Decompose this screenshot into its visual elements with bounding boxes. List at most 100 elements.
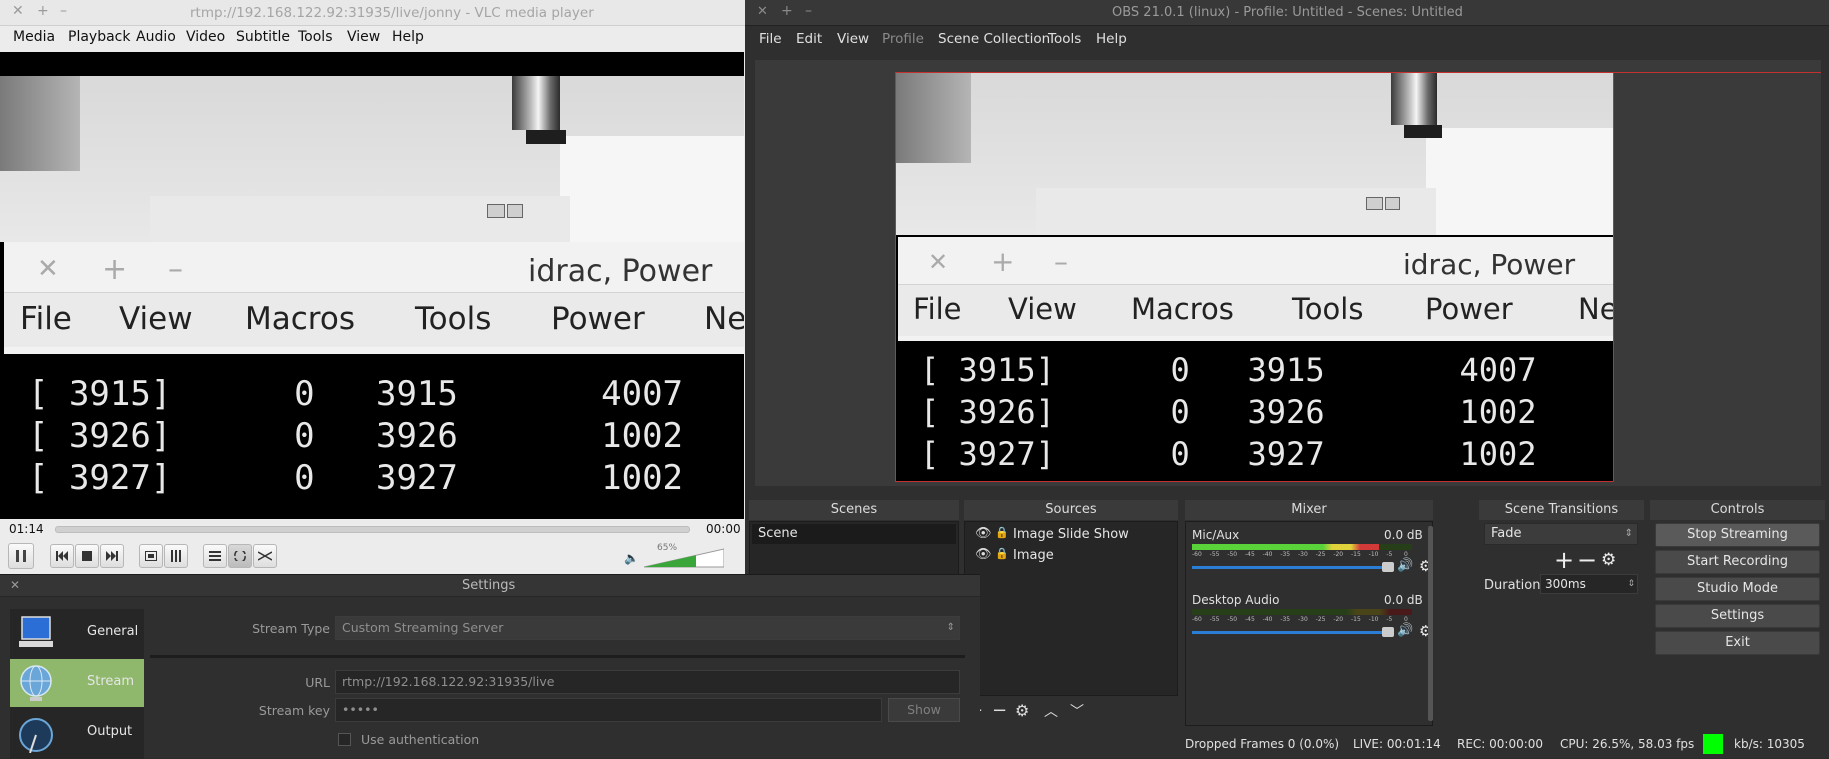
- eye-icon[interactable]: 👁: [975, 526, 992, 541]
- transition-select[interactable]: Fade ⇕: [1484, 523, 1638, 545]
- shuffle-button[interactable]: [253, 544, 277, 568]
- console-menu-file: File: [913, 292, 962, 326]
- meter-tick-label: -15: [1351, 616, 1361, 623]
- seek-slider[interactable]: [55, 526, 690, 533]
- pause-button[interactable]: [8, 543, 34, 569]
- url-input[interactable]: rtmp://192.168.122.92:31935/live: [335, 670, 960, 694]
- speaker-icon[interactable]: 🔈: [624, 551, 639, 565]
- maximize-icon[interactable]: +: [37, 3, 49, 19]
- transitions-dock-title: Scene Transitions: [1479, 500, 1644, 520]
- studio-mode-button[interactable]: Studio Mode: [1655, 577, 1820, 601]
- duration-spinbox[interactable]: 300ms ⇕: [1540, 574, 1638, 594]
- stream-key-label: Stream key: [258, 703, 330, 718]
- loop-button[interactable]: [228, 544, 252, 568]
- previous-button[interactable]: [50, 544, 74, 568]
- next-button[interactable]: [100, 544, 124, 568]
- mixer-panel: Mic/Aux 0.0 dB -60 -55 -50 -45 -40 -35 -30 -25-…: [1185, 521, 1433, 726]
- stop-streaming-button[interactable]: Stop Streaming: [1655, 523, 1820, 547]
- maximize-icon[interactable]: +: [781, 3, 793, 19]
- lock-icon[interactable]: 🔒: [995, 547, 1009, 560]
- meter-tick-label: -55: [1209, 616, 1220, 623]
- menu-media[interactable]: Media: [13, 29, 55, 45]
- volume-slider[interactable]: [1192, 631, 1387, 634]
- show-key-button[interactable]: Show: [888, 698, 960, 722]
- nav-stream[interactable]: Stream: [10, 659, 144, 707]
- menu-tools[interactable]: Tools: [1048, 31, 1081, 47]
- stream-type-select[interactable]: Custom Streaming Server ⇕: [335, 616, 960, 640]
- mixer-scrollbar[interactable]: [1428, 526, 1433, 721]
- move-down-icon[interactable]: ﹀: [1070, 701, 1084, 721]
- minimize-icon[interactable]: –: [60, 3, 67, 19]
- globe-icon: [20, 665, 52, 701]
- extended-settings-button[interactable]: [164, 544, 188, 568]
- slider-handle[interactable]: [1382, 627, 1394, 637]
- start-recording-button[interactable]: Start Recording: [1655, 550, 1820, 574]
- nav-output[interactable]: Output: [10, 709, 144, 757]
- loop-icon: [234, 551, 246, 561]
- scene-item[interactable]: Scene: [752, 524, 956, 544]
- video-output[interactable]: ✕ + – idrac, Power File View Macros Tool…: [0, 52, 744, 519]
- add-transition-icon[interactable]: +: [1554, 548, 1574, 572]
- volume-slider[interactable]: [1192, 566, 1387, 569]
- use-auth-checkbox[interactable]: [338, 733, 351, 746]
- move-up-icon[interactable]: ︿: [1044, 701, 1058, 721]
- mixer-channel: Desktop Audio 0.0 dB -60 -55 -50 -45 -40 -35-…: [1186, 587, 1432, 647]
- nav-general[interactable]: General: [10, 609, 144, 657]
- camera-feed: [896, 73, 1613, 235]
- menu-help[interactable]: Help: [392, 29, 424, 45]
- stream-key-input[interactable]: •••••: [335, 698, 882, 722]
- meter-tick-label: -40: [1262, 551, 1273, 558]
- equalizer-icon: [171, 550, 181, 562]
- volume-slider[interactable]: 65%: [644, 543, 724, 569]
- close-icon[interactable]: ✕: [757, 4, 768, 19]
- menu-help[interactable]: Help: [1096, 31, 1127, 47]
- menu-view[interactable]: View: [347, 29, 380, 45]
- console-menu-tools: Tools: [1292, 292, 1364, 326]
- monitor-icon: [19, 616, 53, 647]
- meter-tick-label: -5: [1386, 616, 1393, 623]
- minus-icon: –: [168, 252, 183, 287]
- settings-button[interactable]: Settings: [1655, 604, 1820, 628]
- source-item[interactable]: 👁 🔒 Image Slide Show: [973, 525, 1173, 545]
- sources-toolbar: + − ⚙ ︿ ﹀: [964, 698, 1178, 726]
- lock-icon[interactable]: 🔒: [995, 526, 1009, 539]
- add-icon: +: [991, 245, 1015, 278]
- menu-edit[interactable]: Edit: [796, 31, 822, 47]
- remote-console-window: ✕ + – idrac, Power File View Macros Tool…: [898, 237, 1613, 481]
- slider-handle[interactable]: [1382, 562, 1394, 572]
- minimize-icon[interactable]: –: [805, 3, 812, 19]
- menu-scene-collection[interactable]: Scene Collection: [938, 31, 1050, 47]
- menu-tools[interactable]: Tools: [298, 29, 333, 45]
- next-icon: [106, 551, 118, 561]
- stop-button[interactable]: [75, 544, 99, 568]
- vlc-menubar: Media Playback Audio Video Subtitle Tool…: [0, 26, 746, 52]
- meter-tick-label: 0: [1404, 551, 1408, 558]
- spin-icon[interactable]: ⇕: [1627, 575, 1635, 593]
- menu-subtitle[interactable]: Subtitle: [236, 29, 290, 45]
- gear-icon[interactable]: ⚙: [1015, 701, 1029, 720]
- menu-playback[interactable]: Playback: [68, 29, 130, 45]
- preview-area[interactable]: ✕ + – idrac, Power File View Macros Tool…: [755, 60, 1821, 486]
- menu-profile[interactable]: Profile: [882, 31, 924, 47]
- menu-video[interactable]: Video: [186, 29, 225, 45]
- meter-scale: -60 -55 -50 -45 -40 -35 -30 -25 -20 -15 -10 -5 0: [1192, 550, 1412, 560]
- source-item[interactable]: 👁 🔒 Image: [973, 546, 1173, 566]
- remove-source-icon[interactable]: −: [992, 700, 1007, 721]
- remove-transition-icon[interactable]: −: [1577, 548, 1597, 572]
- cpu-usage: CPU: 26.5%, 58.03 fps: [1560, 737, 1695, 751]
- console-menu-tools: Tools: [415, 301, 492, 337]
- close-icon[interactable]: ✕: [10, 578, 20, 592]
- menu-file[interactable]: File: [759, 31, 782, 47]
- playlist-button[interactable]: [203, 544, 227, 568]
- gear-icon[interactable]: ⚙: [1601, 550, 1616, 570]
- speaker-icon[interactable]: 🔊: [1397, 623, 1413, 638]
- exit-button[interactable]: Exit: [1655, 631, 1820, 655]
- menu-audio[interactable]: Audio: [136, 29, 176, 45]
- sources-dock-title: Sources: [964, 500, 1178, 520]
- fullscreen-button[interactable]: [139, 544, 163, 568]
- speaker-icon[interactable]: 🔊: [1397, 558, 1413, 573]
- preview-source[interactable]: ✕ + – idrac, Power File View Macros Tool…: [895, 72, 1614, 482]
- close-icon[interactable]: ✕: [12, 3, 24, 19]
- menu-view[interactable]: View: [837, 31, 869, 47]
- eye-icon[interactable]: 👁: [975, 547, 992, 562]
